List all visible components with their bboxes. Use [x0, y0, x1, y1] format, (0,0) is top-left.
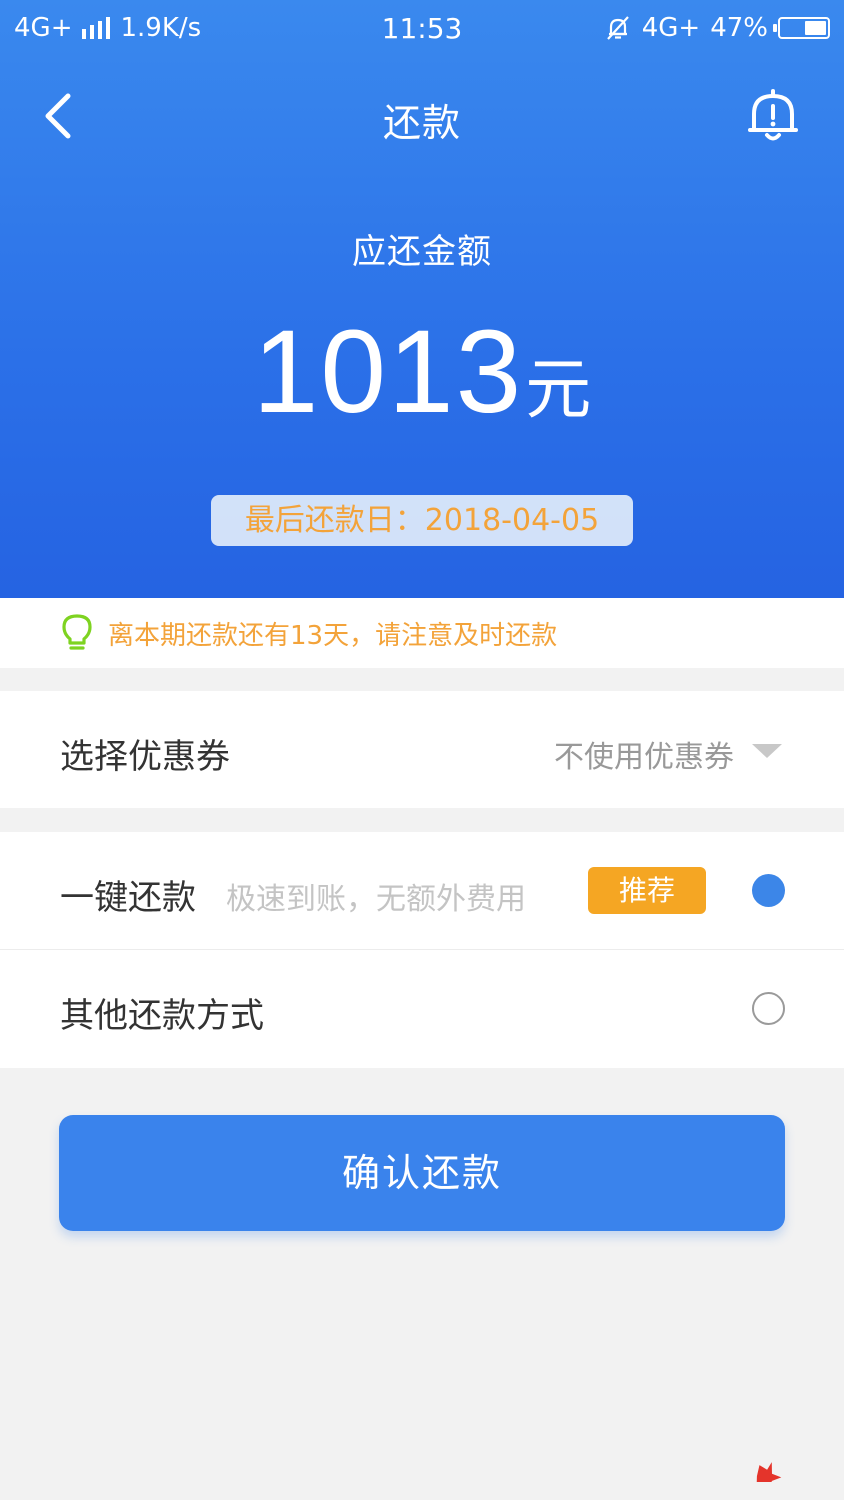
recommended-badge: 推荐: [588, 867, 706, 914]
nav-bar: 还款: [0, 70, 844, 160]
alarm-off-icon: [606, 16, 629, 40]
watermark-logo: [756, 1462, 782, 1482]
payment-option-subtitle: 极速到账，无额外费用: [226, 882, 526, 917]
reminder-text: 离本期还款还有13天，请注意及时还款: [108, 621, 558, 651]
notification-button[interactable]: [742, 84, 804, 146]
caret-down-icon: [752, 744, 782, 758]
bell-alert-icon: [748, 89, 798, 141]
status-bar: 4G+ 1.9K/s 11:53 4G+ 47%: [0, 0, 844, 60]
due-date-badge: 最后还款日：2018-04-05: [211, 495, 633, 546]
amount-unit: 元: [525, 351, 592, 428]
coupon-label: 选择优惠券: [60, 737, 230, 777]
battery-fill: [805, 21, 826, 35]
network-type-right: 4G+: [641, 13, 701, 43]
amount-due: 1013元: [0, 312, 844, 467]
radio-unselected[interactable]: [752, 992, 785, 1025]
battery-percent: 47%: [710, 13, 768, 43]
battery-icon: [773, 17, 830, 39]
lightbulb-icon: [62, 614, 92, 650]
radio-selected[interactable]: [752, 874, 785, 907]
reminder-banner: 离本期还款还有13天，请注意及时还款: [0, 598, 844, 668]
coupon-selector[interactable]: 选择优惠券 不使用优惠券: [0, 691, 844, 808]
coupon-value: 不使用优惠券: [554, 740, 734, 775]
payment-option-other[interactable]: 其他还款方式: [0, 950, 844, 1067]
payment-option-label: 一键还款: [60, 878, 196, 918]
header: 4G+ 1.9K/s 11:53 4G+ 47% 还款 应还金额 1013元 最…: [0, 0, 844, 598]
payment-option-label: 其他还款方式: [60, 996, 264, 1036]
amount-label: 应还金额: [352, 232, 492, 272]
page-title: 还款: [382, 101, 461, 145]
status-right: 4G+ 47%: [604, 13, 830, 43]
payment-method-list: 一键还款 极速到账，无额外费用 推荐 其他还款方式: [0, 832, 844, 1068]
amount-value: 1013: [252, 306, 524, 438]
confirm-repayment-button[interactable]: 确认还款: [59, 1115, 785, 1231]
payment-option-quick[interactable]: 一键还款 极速到账，无额外费用 推荐: [0, 832, 844, 950]
